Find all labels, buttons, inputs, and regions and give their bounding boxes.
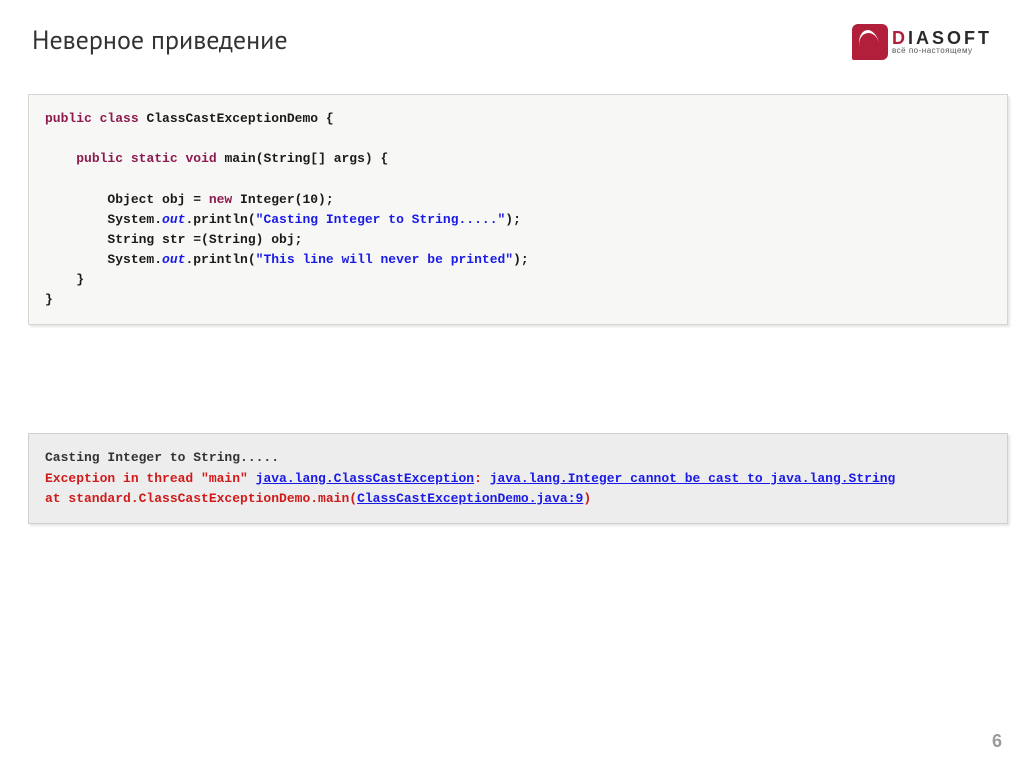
exception-class-link: java.lang.ClassCastException bbox=[256, 471, 474, 486]
brand-logo-icon bbox=[852, 24, 888, 60]
brand-logo-text: DIASOFT всё по-настоящему bbox=[892, 29, 992, 55]
output-line: Casting Integer to String..... bbox=[45, 450, 279, 465]
page-number: 6 bbox=[992, 731, 1002, 752]
output-block: Casting Integer to String..... Exception… bbox=[28, 433, 1008, 523]
slide-title: Неверное приведение bbox=[32, 24, 288, 57]
exception-line: Exception in thread "main" java.lang.Cla… bbox=[45, 471, 895, 486]
brand-tagline: всё по-настоящему bbox=[892, 47, 992, 55]
code-block: public class ClassCastExceptionDemo { pu… bbox=[28, 94, 1008, 325]
exception-message-link: java.lang.Integer cannot be cast to java… bbox=[490, 471, 896, 486]
header: Неверное приведение DIASOFT всё по-насто… bbox=[0, 0, 1024, 60]
brand-logo: DIASOFT всё по-настоящему bbox=[852, 24, 992, 60]
brand-name: DIASOFT bbox=[892, 29, 992, 47]
stacktrace-line: at standard.ClassCastExceptionDemo.main(… bbox=[45, 491, 591, 506]
stacktrace-link: ClassCastExceptionDemo.java:9 bbox=[357, 491, 583, 506]
